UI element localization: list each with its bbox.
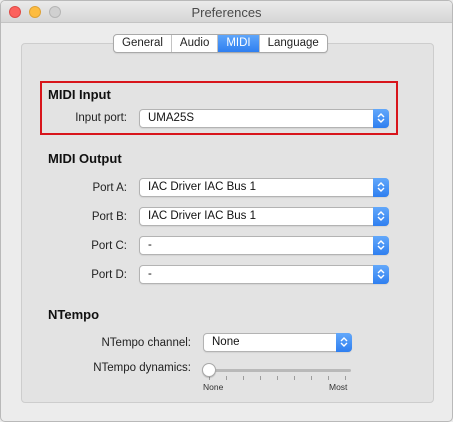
title-bar[interactable]: Preferences (1, 1, 452, 23)
port-d-value: - (148, 268, 152, 280)
port-a-popup[interactable]: IAC Driver IAC Bus 1 (139, 178, 389, 197)
slider-max-label: Most (329, 382, 348, 392)
window-title: Preferences (191, 5, 262, 20)
popup-arrows-icon (336, 333, 352, 352)
tab-audio[interactable]: Audio (172, 35, 219, 52)
ntempo-dynamics-slider-thumb[interactable] (202, 363, 216, 377)
port-a-label: Port A: (92, 182, 127, 194)
port-d-popup[interactable]: - (139, 265, 389, 284)
slider-tick (328, 376, 329, 380)
ntempo-channel-popup[interactable]: None (203, 333, 352, 352)
popup-arrows-icon (373, 236, 389, 255)
popup-arrows-icon (373, 207, 389, 226)
port-c-popup[interactable]: - (139, 236, 389, 255)
port-b-label: Port B: (91, 211, 127, 223)
popup-arrows-icon (373, 178, 389, 197)
port-c-value: - (148, 239, 152, 251)
ntempo-channel-value: None (212, 336, 240, 348)
popup-arrows-icon (373, 265, 389, 284)
port-b-value: IAC Driver IAC Bus 1 (148, 210, 256, 222)
slider-tick (277, 376, 278, 380)
slider-tick (260, 376, 261, 380)
ntempo-dynamics-slider-track[interactable] (203, 369, 351, 372)
midi-output-heading: MIDI Output (48, 151, 122, 166)
tab-midi[interactable]: MIDI (218, 35, 260, 52)
slider-tick (226, 376, 227, 380)
slider-tick (345, 376, 346, 380)
port-b-popup[interactable]: IAC Driver IAC Bus 1 (139, 207, 389, 226)
port-c-label: Port C: (91, 240, 127, 252)
slider-tick (243, 376, 244, 380)
input-port-label: Input port: (75, 112, 127, 124)
port-d-label: Port D: (91, 269, 127, 281)
preferences-window: Preferences General Audio MIDI Language … (0, 0, 453, 422)
slider-tick (294, 376, 295, 380)
ntempo-dynamics-label: NTempo dynamics: (93, 362, 191, 374)
ntempo-heading: NTempo (48, 307, 100, 322)
ntempo-channel-label: NTempo channel: (101, 337, 192, 349)
tab-language[interactable]: Language (260, 35, 327, 52)
input-port-value: UMA25S (148, 112, 195, 124)
slider-tick (311, 376, 312, 380)
input-port-popup[interactable]: UMA25S (139, 109, 389, 128)
tab-general[interactable]: General (114, 35, 172, 52)
port-a-value: IAC Driver IAC Bus 1 (148, 181, 256, 193)
popup-arrows-icon (373, 109, 389, 128)
tab-bar: General Audio MIDI Language (113, 34, 328, 53)
slider-min-label: None (203, 382, 224, 392)
midi-input-heading: MIDI Input (48, 87, 111, 102)
